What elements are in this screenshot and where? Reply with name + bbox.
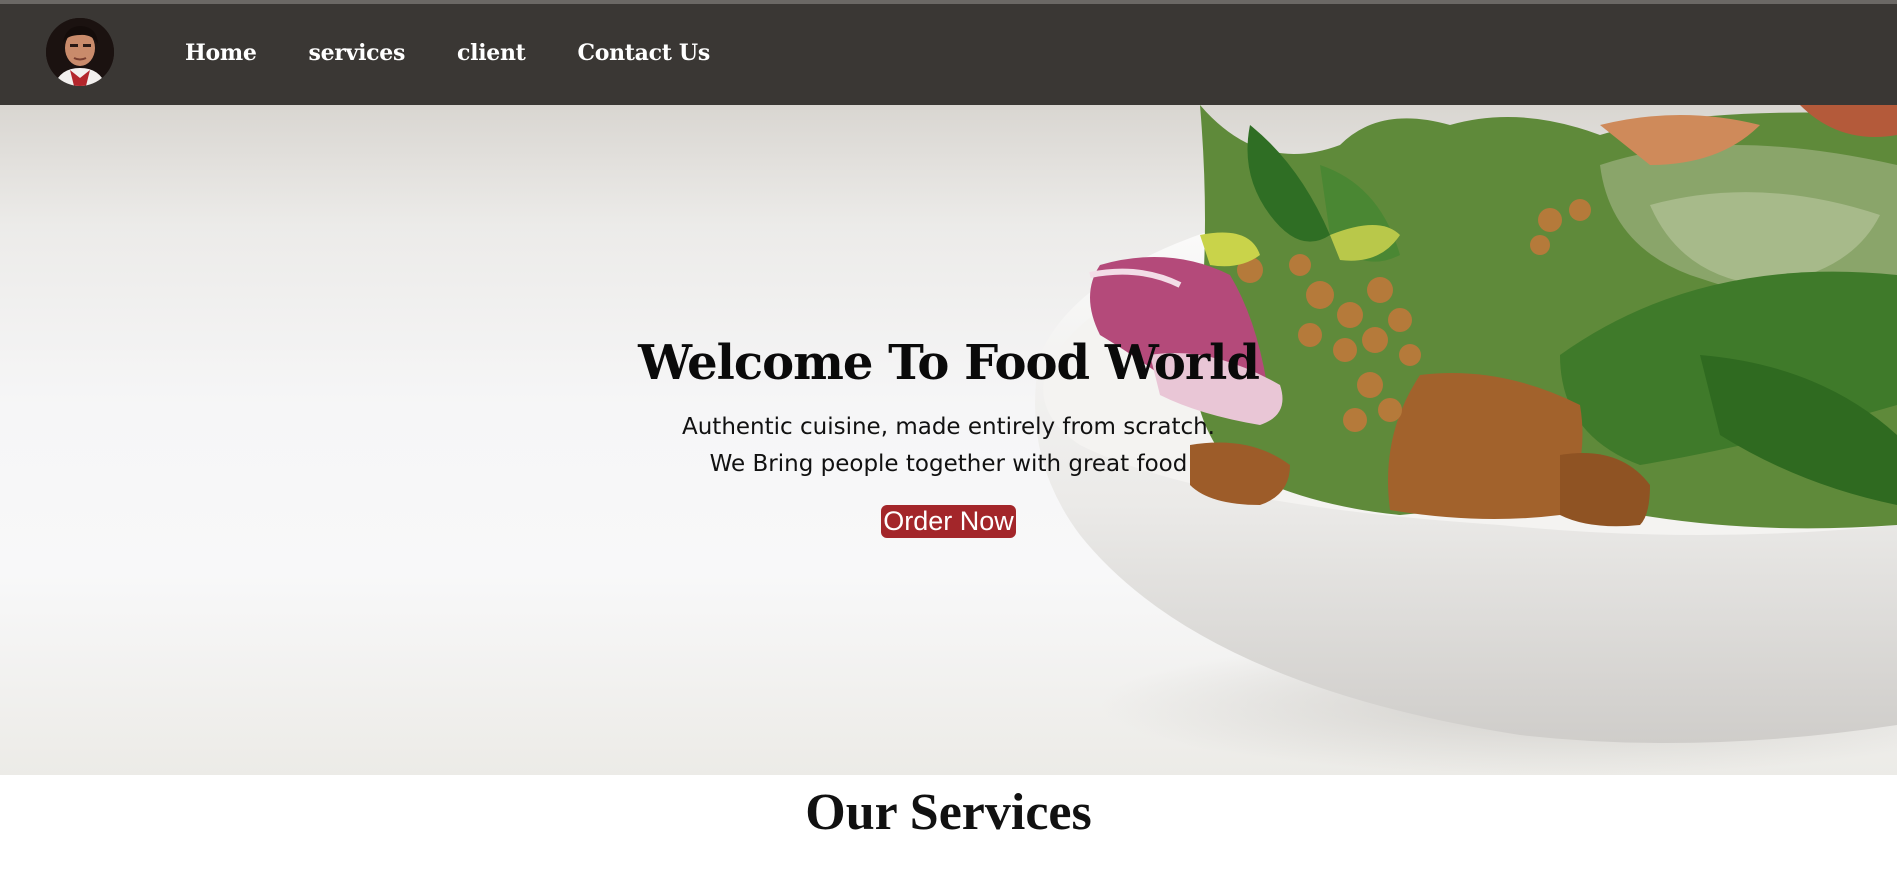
main-nav: Home services client Contact Us bbox=[185, 40, 762, 66]
nav-services-link[interactable]: services bbox=[309, 40, 406, 66]
nav-client-link[interactable]: client bbox=[457, 40, 526, 66]
hero-subtitle-line-2: We Bring people together with great food bbox=[709, 451, 1188, 477]
hero-title: Welcome To Food World bbox=[638, 335, 1260, 391]
nav-contact-link[interactable]: Contact Us bbox=[578, 40, 711, 66]
hero-subtitle: Authentic cuisine, made entirely from sc… bbox=[0, 409, 1897, 483]
hero-banner: Welcome To Food World Authentic cuisine,… bbox=[0, 105, 1897, 775]
nav-home-link[interactable]: Home bbox=[185, 40, 257, 66]
order-now-button[interactable]: Order Now bbox=[881, 505, 1016, 538]
navbar: Home services client Contact Us bbox=[0, 4, 1897, 105]
avatar[interactable] bbox=[46, 18, 114, 86]
services-heading: Our Services bbox=[805, 784, 1092, 841]
hero-content: Welcome To Food World Authentic cuisine,… bbox=[0, 335, 1897, 538]
avatar-image bbox=[46, 18, 114, 86]
hero-subtitle-line-1: Authentic cuisine, made entirely from sc… bbox=[681, 414, 1215, 440]
